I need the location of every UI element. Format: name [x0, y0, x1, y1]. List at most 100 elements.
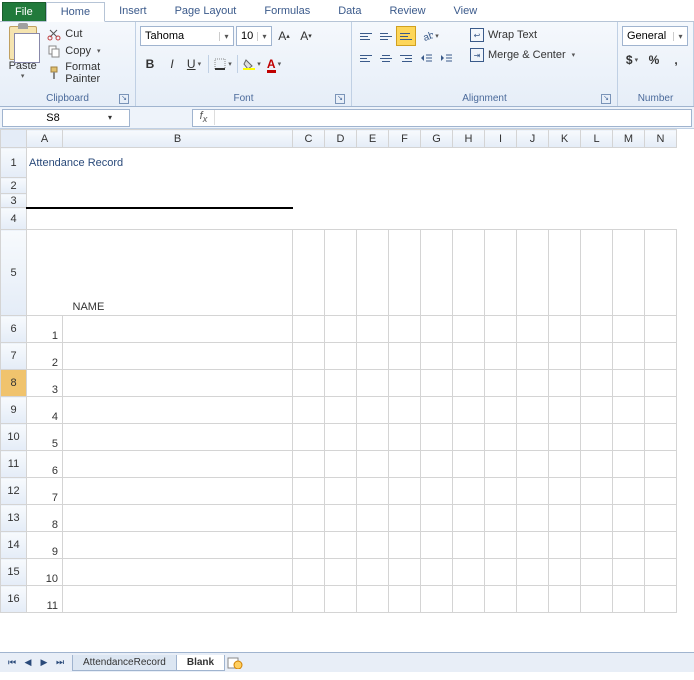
chevron-down-icon[interactable]: ▾	[257, 32, 271, 41]
cell[interactable]	[645, 178, 677, 194]
cell[interactable]	[293, 343, 325, 370]
cell[interactable]	[581, 343, 613, 370]
cell[interactable]	[485, 316, 517, 343]
cell[interactable]	[613, 208, 645, 230]
cell[interactable]	[325, 178, 357, 194]
col-header-D[interactable]: D	[325, 130, 357, 148]
cell[interactable]	[549, 343, 581, 370]
cell[interactable]	[63, 451, 293, 478]
cell[interactable]	[549, 559, 581, 586]
format-painter-button[interactable]: Format Painter	[43, 60, 131, 86]
name-box-input[interactable]	[3, 112, 103, 124]
cell[interactable]	[453, 194, 485, 208]
cell[interactable]	[517, 451, 549, 478]
cell[interactable]	[581, 586, 613, 613]
cell[interactable]	[613, 451, 645, 478]
tab-formulas[interactable]: Formulas	[250, 2, 324, 21]
row-header[interactable]: 5	[1, 230, 27, 316]
cell[interactable]	[325, 343, 357, 370]
cell[interactable]	[517, 478, 549, 505]
align-middle-button[interactable]	[376, 26, 396, 46]
cell[interactable]	[421, 505, 453, 532]
wrap-text-button[interactable]: ↩ Wrap Text	[466, 26, 579, 44]
title-cell[interactable]: Attendance Record	[27, 148, 293, 178]
cell[interactable]: 6	[27, 451, 63, 478]
col-header-N[interactable]: N	[645, 130, 677, 148]
row-header[interactable]: 12	[1, 478, 27, 505]
cell[interactable]	[517, 208, 549, 230]
bold-button[interactable]: B	[140, 54, 160, 74]
cell[interactable]	[389, 178, 421, 194]
select-all-corner[interactable]	[1, 130, 27, 148]
copy-button[interactable]: Copy ▾	[43, 43, 131, 59]
row-header[interactable]: 11	[1, 451, 27, 478]
new-sheet-button[interactable]	[226, 656, 244, 670]
cell[interactable]	[63, 586, 293, 613]
cell[interactable]	[27, 230, 63, 316]
cell[interactable]	[389, 586, 421, 613]
cell[interactable]	[357, 586, 389, 613]
cell[interactable]	[421, 343, 453, 370]
cell[interactable]	[357, 178, 389, 194]
cell[interactable]	[325, 230, 357, 316]
cell[interactable]	[389, 148, 421, 178]
col-header-A[interactable]: A	[27, 130, 63, 148]
cell[interactable]	[389, 559, 421, 586]
cell[interactable]	[645, 532, 677, 559]
file-tab[interactable]: File	[2, 2, 46, 21]
cell[interactable]	[645, 586, 677, 613]
cell[interactable]	[453, 148, 485, 178]
cell[interactable]	[389, 370, 421, 397]
cell[interactable]	[645, 343, 677, 370]
col-header-H[interactable]: H	[453, 130, 485, 148]
cell[interactable]	[63, 397, 293, 424]
cell[interactable]	[421, 478, 453, 505]
cell[interactable]	[581, 397, 613, 424]
cell[interactable]	[421, 178, 453, 194]
cell[interactable]	[293, 532, 325, 559]
chevron-down-icon[interactable]: ▾	[673, 32, 687, 41]
cell[interactable]	[27, 194, 293, 208]
cell[interactable]	[485, 559, 517, 586]
cell[interactable]	[421, 397, 453, 424]
cell[interactable]	[325, 148, 357, 178]
cell[interactable]	[645, 148, 677, 178]
font-name-input[interactable]	[141, 30, 219, 42]
cell[interactable]	[357, 478, 389, 505]
cell[interactable]	[63, 532, 293, 559]
cell[interactable]	[613, 194, 645, 208]
cell[interactable]	[421, 586, 453, 613]
tab-insert[interactable]: Insert	[105, 2, 161, 21]
cell[interactable]	[613, 230, 645, 316]
col-header-B[interactable]: B	[63, 130, 293, 148]
cell[interactable]	[357, 230, 389, 316]
col-header-L[interactable]: L	[581, 130, 613, 148]
cell[interactable]	[325, 451, 357, 478]
row-header[interactable]: 16	[1, 586, 27, 613]
cell[interactable]: 11	[27, 586, 63, 613]
cell[interactable]	[63, 316, 293, 343]
cell[interactable]	[325, 586, 357, 613]
cell[interactable]	[581, 316, 613, 343]
cell[interactable]	[389, 397, 421, 424]
sheet-nav-next-icon[interactable]: ▶	[36, 656, 52, 670]
cell[interactable]	[485, 148, 517, 178]
row-header[interactable]: 7	[1, 343, 27, 370]
cell[interactable]	[293, 316, 325, 343]
cell[interactable]	[517, 194, 549, 208]
cell[interactable]	[581, 370, 613, 397]
cell[interactable]	[549, 586, 581, 613]
cell[interactable]	[485, 230, 517, 316]
cell[interactable]	[517, 230, 549, 316]
cell[interactable]	[389, 532, 421, 559]
grow-font-button[interactable]: A▴	[274, 26, 294, 46]
cell[interactable]	[485, 451, 517, 478]
cell[interactable]	[517, 532, 549, 559]
row-header[interactable]: 6	[1, 316, 27, 343]
cell[interactable]	[485, 343, 517, 370]
cell[interactable]	[421, 532, 453, 559]
cell[interactable]	[357, 505, 389, 532]
cell[interactable]	[549, 178, 581, 194]
cell[interactable]	[517, 343, 549, 370]
cell[interactable]	[549, 424, 581, 451]
